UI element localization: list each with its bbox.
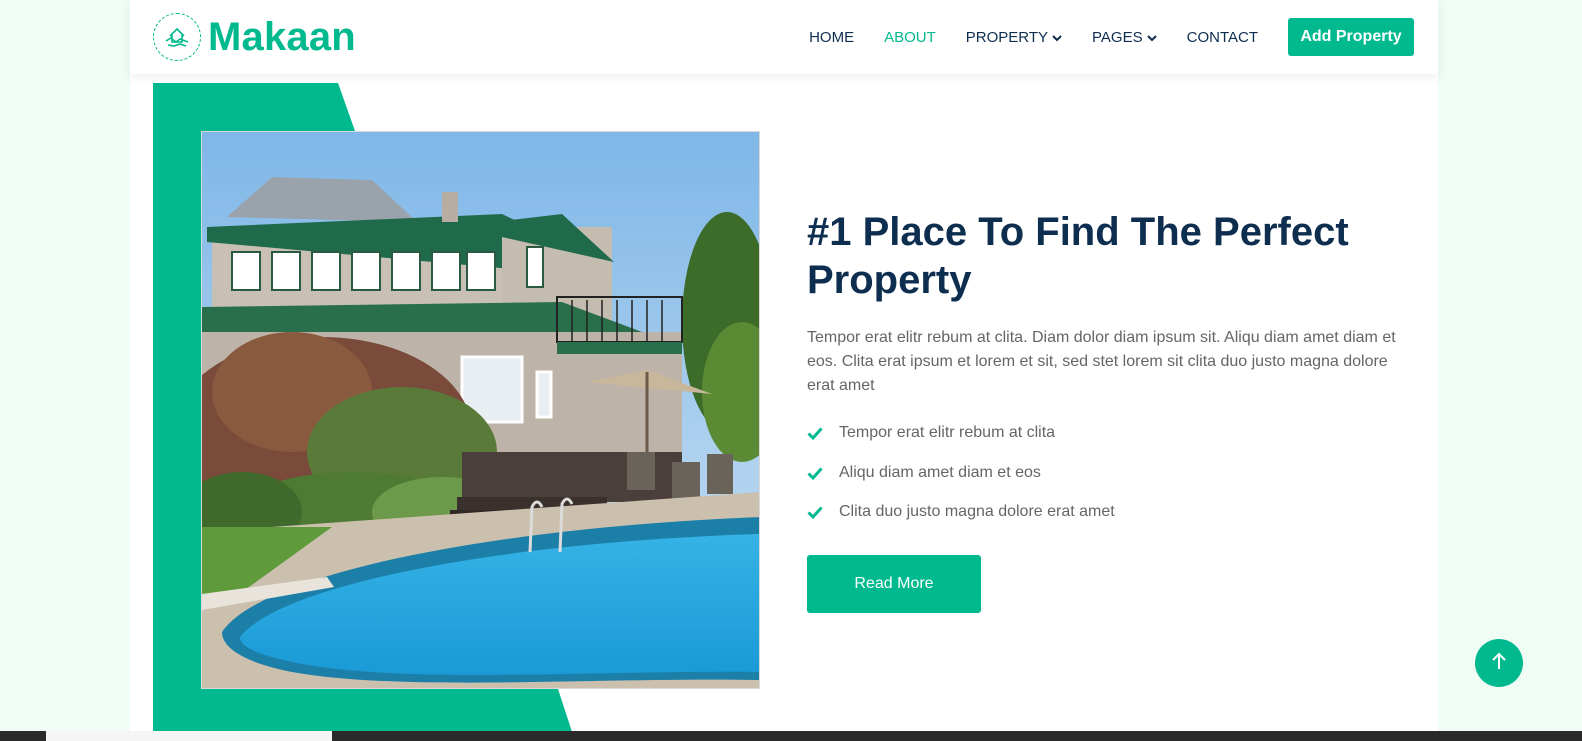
chevron-down-icon [1052,29,1062,46]
back-to-top-button[interactable] [1475,639,1523,687]
read-more-button[interactable]: Read More [807,555,981,613]
brand-name: Makaan [208,14,356,59]
list-item: Clita duo justo magna dolore erat amet [807,500,1115,524]
nav-property-label: PROPERTY [965,28,1049,46]
check-icon [807,425,823,441]
list-item-text: Clita duo justo magna dolore erat amet [839,503,1115,520]
nav-contact[interactable]: CONTACT [1187,29,1258,46]
about-paragraph: Tempor erat elitr rebum at clita. Diam d… [807,329,1396,394]
nav-property-dropdown[interactable]: PROPERTY [966,29,1062,46]
add-property-button[interactable]: Add Property [1288,18,1414,56]
arrow-up-icon [1490,651,1508,676]
check-icon [807,465,823,481]
feature-list: Tempor erat elitr rebum at clita Aliqu d… [807,421,1115,540]
about-heading: #1 Place To Find The Perfect Property [807,210,1349,302]
list-item-text: Tempor erat elitr rebum at clita [839,424,1056,441]
check-icon [807,504,823,520]
nav-menu: HOME ABOUT PROPERTY PAGES CONTACT [779,0,1258,74]
handshake-house-icon [153,13,201,61]
nav-home-label: HOME [809,28,855,46]
nav-pages-dropdown[interactable]: PAGES [1092,29,1157,46]
nav-pages-label: PAGES [1092,28,1143,46]
nav-about-label: ABOUT [884,28,936,46]
navbar: Makaan HOME ABOUT PROPERTY PAGES CONTACT… [130,0,1438,74]
nav-contact-label: CONTACT [1186,28,1258,46]
house-pool-image [201,131,760,689]
brand-logo[interactable]: Makaan [153,13,356,61]
chevron-down-icon [1146,29,1157,46]
nav-about[interactable]: ABOUT [884,29,936,46]
list-item-text: Aliqu diam amet diam et eos [839,463,1041,481]
list-item: Aliqu diam amet diam et eos [807,461,1115,485]
list-item: Tempor erat elitr rebum at clita [807,421,1115,445]
bottom-edge-strip [0,731,1582,741]
nav-home[interactable]: HOME [809,29,854,46]
